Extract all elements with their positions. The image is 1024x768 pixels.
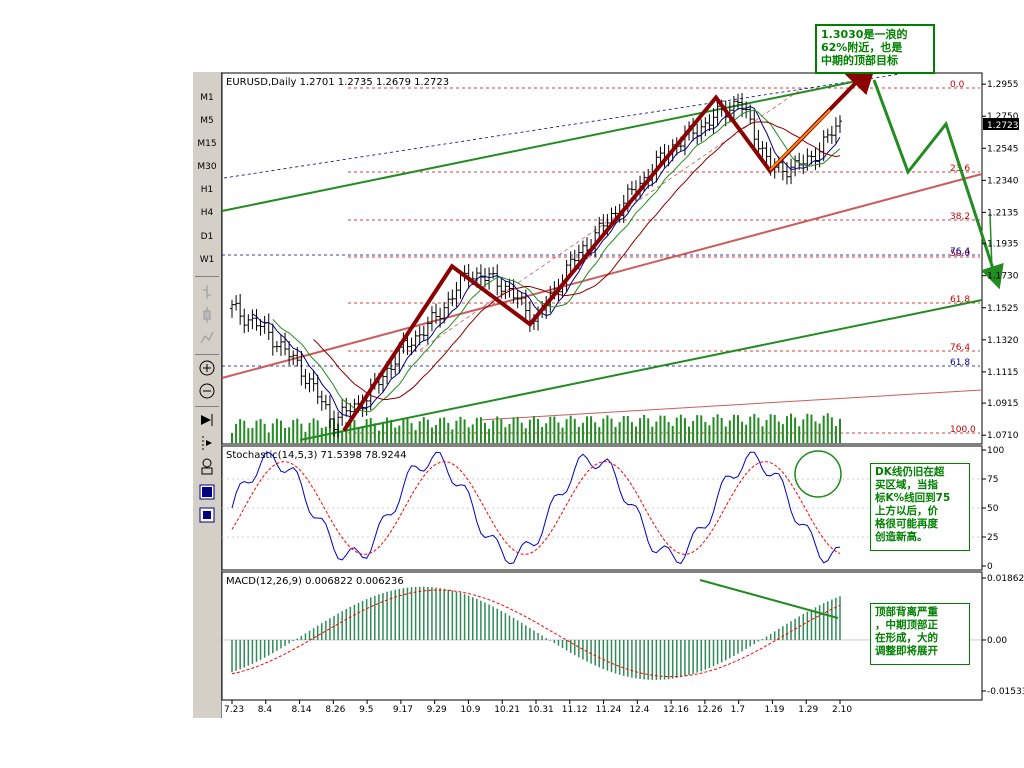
price-header: EURUSD,Daily 1.2701 1.2735 1.2679 1.2723 [226, 77, 449, 88]
date-tick-label: 9.29 [427, 705, 447, 715]
stochastic-note-text: DK线仍旧在超 买区域，当指 标K%线回到75 上方以后，价 格很可能再度 创造… [875, 466, 951, 543]
date-tick-label: 10.9 [460, 705, 480, 715]
stoch-tick-label: 0 [987, 562, 993, 572]
date-tick-label: 12.16 [663, 705, 689, 715]
macd-tick-label: -0.01533 [987, 687, 1024, 697]
macd-tick-label: 0.00 [987, 636, 1007, 646]
current-price-label: 1.2723 [987, 121, 1019, 131]
date-tick-label: 10.21 [494, 705, 520, 715]
macd-header: MACD(12,26,9) 0.006822 0.006236 [226, 576, 404, 587]
fib-level-label: 38.2 [950, 212, 970, 222]
date-tick-label: 7.23 [224, 705, 244, 715]
date-tick-label: 1.19 [764, 705, 784, 715]
date-tick-label: 9.17 [393, 705, 413, 715]
price-tick-label: 1.1935 [987, 240, 1019, 250]
fib-level-label: 0.0 [950, 80, 965, 90]
date-tick-label: 9.5 [359, 705, 373, 715]
macd-tick-label: 0.01862 [987, 574, 1024, 584]
stoch-tick-label: 25 [987, 533, 998, 543]
top-target-note: 1.3030是一浪的 62%附近，也是 中期的顶部目标 [815, 24, 935, 74]
date-tick-label: 1.7 [731, 705, 745, 715]
date-tick-label: 2.10 [832, 705, 852, 715]
stoch-tick-label: 75 [987, 475, 998, 485]
date-tick-label: 12.26 [697, 705, 723, 715]
stoch-tick-label: 50 [987, 504, 999, 514]
price-tick-label: 1.0915 [987, 399, 1019, 409]
fib-blue-label: 76.4 [950, 247, 970, 257]
top-target-note-text: 1.3030是一浪的 62%附近，也是 中期的顶部目标 [821, 28, 908, 67]
price-tick-label: 1.2340 [987, 176, 1019, 186]
price-tick-label: 1.2955 [987, 80, 1019, 90]
price-tick-label: 1.0710 [987, 431, 1019, 441]
stoch-tick-label: 100 [987, 446, 1004, 456]
price-panel [221, 72, 983, 445]
price-tick-label: 1.1730 [987, 272, 1019, 282]
date-tick-label: 8.14 [292, 705, 312, 715]
macd-note: 顶部背离严重 ，中期顶部正 在形成，大的 调整即将展开 [870, 603, 970, 665]
price-tick-label: 1.1320 [987, 336, 1019, 346]
stochastic-note: DK线仍旧在超 买区域，当指 标K%线回到75 上方以后，价 格很可能再度 创造… [870, 463, 970, 551]
price-tick-label: 1.2545 [987, 144, 1019, 154]
date-tick-label: 1.29 [798, 705, 818, 715]
fib-level-label: 76.4 [950, 343, 970, 353]
date-tick-label: 8.26 [325, 705, 345, 715]
price-tick-label: 1.1115 [987, 368, 1019, 378]
date-tick-label: 11.24 [596, 705, 622, 715]
date-tick-label: 11.12 [562, 705, 588, 715]
date-tick-label: 8.4 [258, 705, 273, 715]
date-tick-label: 10.31 [528, 705, 554, 715]
price-tick-label: 1.1525 [987, 304, 1019, 314]
date-tick-label: 12.4 [629, 705, 649, 715]
fib-blue-label: 61.8 [950, 358, 970, 368]
macd-note-text: 顶部背离严重 ，中期顶部正 在形成，大的 调整即将展开 [875, 606, 938, 657]
fib-level-label: 100.0 [950, 425, 976, 435]
stochastic-header: Stochastic(14,5,3) 71.5398 78.9244 [226, 450, 406, 461]
macd-panel [221, 571, 983, 701]
price-tick-label: 1.2135 [987, 208, 1019, 218]
